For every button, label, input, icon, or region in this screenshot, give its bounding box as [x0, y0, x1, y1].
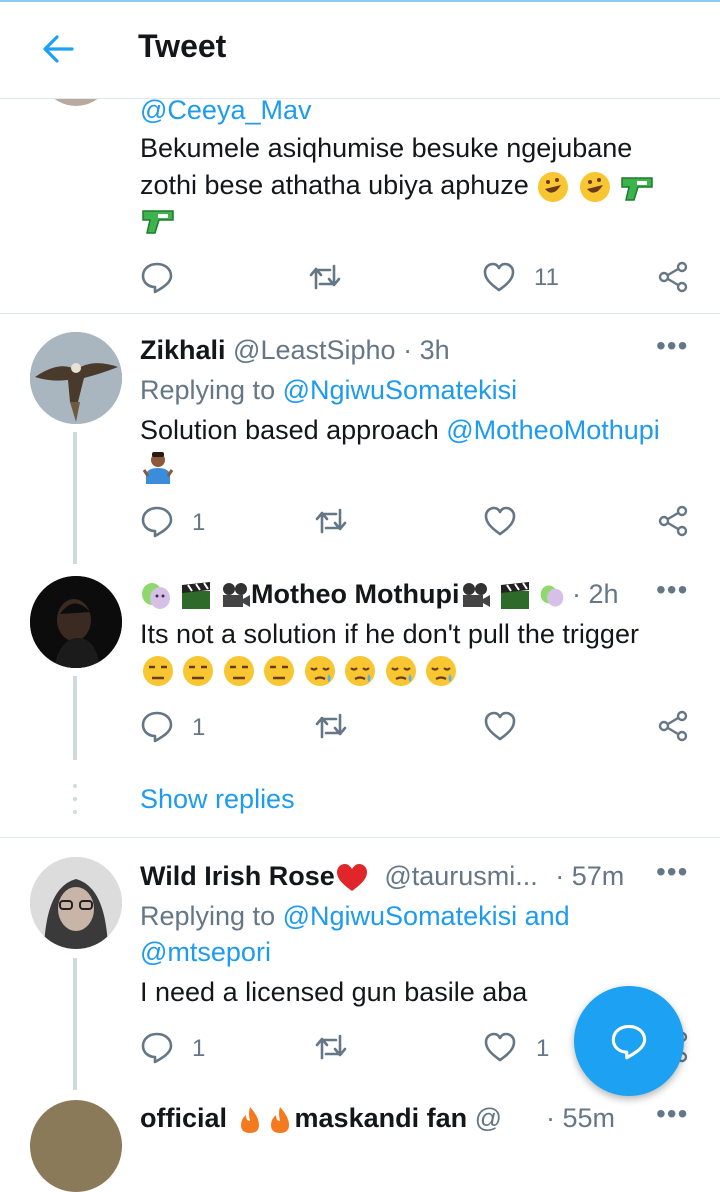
sleepy-face-emoji-icon	[304, 656, 335, 686]
retweet-icon[interactable]	[308, 260, 342, 294]
display-name[interactable]: Zikhali	[140, 335, 226, 365]
like-icon[interactable]	[483, 709, 517, 743]
sleepy-face-emoji-icon	[385, 656, 416, 686]
tweet-text: Bekumele asiqhumise besuke ngejubane	[140, 133, 633, 163]
page-title: Tweet	[138, 28, 227, 64]
clapper-board-emoji-icon	[181, 581, 210, 609]
share-icon[interactable]	[656, 709, 690, 743]
avatar[interactable]	[30, 576, 122, 668]
profile-photo	[30, 857, 122, 949]
reply-count: 1	[192, 714, 206, 741]
mention-link[interactable]: @NgiwuSomatekisi	[283, 375, 517, 405]
top-bar: Tweet	[0, 0, 720, 99]
performing-arts-emoji-icon	[540, 585, 563, 607]
more-options-icon[interactable]: •••	[656, 330, 688, 362]
mention-link[interactable]: @MotheoMothupi	[446, 415, 660, 445]
handle[interactable]: @taurusmi...	[384, 861, 537, 891]
like-count: 1	[536, 1035, 550, 1062]
replying-to: Replying to @NgiwuSomatekisi	[140, 372, 517, 408]
sleepy-face-emoji-icon	[426, 656, 457, 686]
reply-count: 1	[192, 509, 206, 536]
rofl-emoji-icon	[579, 171, 610, 202]
rofl-emoji-icon	[538, 171, 569, 202]
top-accent-line	[0, 0, 720, 2]
share-icon[interactable]	[656, 504, 690, 538]
fire-emoji-icon	[270, 1106, 289, 1133]
reply-icon[interactable]	[140, 260, 174, 294]
tweet-text-line: Bekumele asiqhumise besuke ngejubane	[140, 130, 632, 166]
back-arrow-icon[interactable]	[40, 31, 76, 67]
water-pistol-emoji-icon	[621, 177, 654, 201]
tweet-text: Solution based approach	[140, 415, 439, 445]
reply-icon[interactable]	[140, 1030, 174, 1064]
tweet-text-line: Solution based approach @MotheoMothupi	[140, 412, 660, 448]
replying-to: Replying to @NgiwuSomatekisi and	[140, 898, 570, 934]
thread-dots	[73, 784, 77, 814]
timestamp[interactable]: · 2h	[572, 579, 619, 609]
reply-icon[interactable]	[140, 504, 174, 538]
tweet-text: zothi bese athatha ubiya aphuze	[140, 170, 529, 200]
tweet-header: Wild Irish Rose @taurusmi... · 57m	[140, 858, 624, 894]
avatar[interactable]	[30, 332, 122, 424]
like-icon[interactable]	[483, 1030, 517, 1064]
divider	[0, 837, 720, 838]
emoji-row	[140, 654, 459, 688]
display-name[interactable]: maskandi fan	[295, 1103, 468, 1133]
person-shrugging-emoji-icon	[142, 452, 174, 484]
more-options-icon[interactable]: •••	[656, 856, 688, 888]
divider	[0, 313, 720, 314]
clapper-board-emoji-icon	[500, 581, 529, 609]
retweet-icon[interactable]	[314, 1030, 348, 1064]
avatar[interactable]	[30, 857, 122, 949]
tweet-text: Its not a solution if he don't pull the …	[140, 619, 639, 649]
tweet-header: Zikhali @LeastSipho · 3h	[140, 332, 450, 368]
like-icon[interactable]	[482, 260, 516, 294]
reply-fab-button[interactable]	[574, 986, 684, 1096]
display-name[interactable]: Wild Irish Rose	[140, 861, 335, 891]
red-heart-emoji-icon	[336, 863, 367, 891]
sleepy-face-emoji-icon	[345, 656, 376, 686]
mention-link[interactable]: @mtsepori	[140, 934, 271, 970]
reply-bubble-icon	[611, 1024, 647, 1060]
movie-camera-emoji-icon	[463, 582, 491, 607]
like-icon[interactable]	[483, 504, 517, 538]
water-pistol-emoji-icon	[142, 210, 174, 234]
handle[interactable]: @LeastSipho	[233, 335, 396, 365]
mention-link[interactable]: @NgiwuSomatekisi and	[283, 901, 570, 931]
unamused-face-emoji-icon	[183, 656, 214, 686]
movie-camera-emoji-icon	[223, 582, 251, 607]
thread-line	[73, 676, 77, 760]
profile-photo	[30, 576, 122, 668]
unamused-face-emoji-icon	[143, 656, 173, 686]
fire-emoji-icon	[240, 1106, 259, 1133]
tweet-header: official maskandi fan @	[140, 1100, 502, 1136]
timestamp[interactable]: · 57m	[555, 861, 624, 891]
retweet-icon[interactable]	[314, 709, 348, 743]
share-icon[interactable]	[656, 260, 690, 294]
eagle-photo	[30, 332, 122, 424]
display-name[interactable]: Motheo Mothupi	[251, 579, 459, 609]
unamused-face-emoji-icon	[264, 656, 295, 686]
performing-arts-emoji-icon	[142, 582, 170, 609]
tweet-text: I need a licensed gun basile aba	[140, 977, 528, 1007]
thread-line	[73, 432, 77, 564]
thread-line	[73, 958, 77, 1090]
timestamp[interactable]: · 55m	[546, 1100, 615, 1136]
unamused-face-emoji-icon	[223, 656, 254, 686]
avatar[interactable]	[30, 1100, 122, 1192]
more-options-icon[interactable]: •••	[656, 574, 688, 606]
tweet-header: Motheo Mothupi · 2h	[140, 576, 619, 612]
show-replies-link[interactable]: Show replies	[140, 781, 295, 817]
like-count: 11	[534, 264, 559, 291]
tweet-text-line: zothi bese athatha ubiya aphuze	[140, 167, 655, 204]
handle[interactable]: @	[475, 1103, 502, 1133]
more-options-icon[interactable]: •••	[656, 1098, 688, 1130]
reply-count: 1	[192, 1035, 206, 1062]
reply-icon[interactable]	[140, 709, 174, 743]
retweet-icon[interactable]	[314, 504, 348, 538]
timestamp[interactable]: · 3h	[403, 335, 450, 365]
replying-prefix: Replying to	[140, 901, 276, 931]
replying-prefix: Replying to	[140, 375, 276, 405]
display-name[interactable]: official	[140, 1103, 227, 1133]
